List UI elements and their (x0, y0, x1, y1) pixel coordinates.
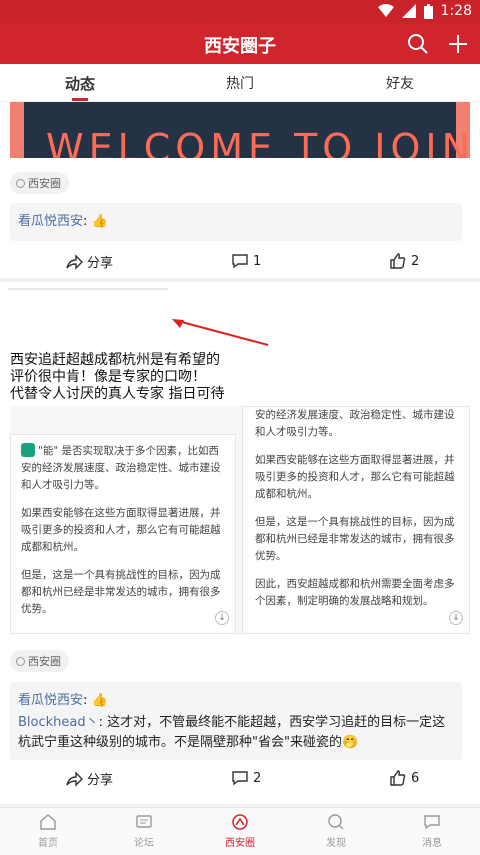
message-icon (424, 815, 440, 830)
comment-text: : 👍 (83, 693, 108, 708)
tab-dynamic[interactable]: 动态 (40, 73, 120, 94)
nav-xian-circle[interactable]: 西安圈 (210, 812, 270, 849)
circle-icon (16, 178, 25, 188)
circle-tag-label: 西安圈 (28, 655, 61, 668)
home-icon (40, 814, 56, 830)
like-button[interactable]: 2 (389, 252, 419, 270)
wifi-icon (377, 4, 394, 17)
scroll-down-icon: ↓ (215, 611, 229, 625)
comment-button[interactable]: 1 (231, 252, 261, 270)
share-label: 分享 (87, 256, 114, 271)
search-icon[interactable] (406, 32, 430, 56)
chatgpt-icon (21, 443, 35, 457)
post-image-gallery[interactable]: "能" 是否实现取决于多个因素，比如西安的经济发展速度、政治稳定性、城市建设和人… (10, 406, 470, 634)
bottom-nav: 首页 论坛 西安圈 发现 消息 (0, 807, 480, 855)
like-count: 6 (411, 770, 420, 786)
nav-home[interactable]: 首页 (18, 812, 78, 849)
status-bar: 1:28 (0, 0, 480, 24)
app-bar: 西安圈子 (0, 24, 480, 64)
comment-icon (232, 254, 248, 269)
post-text[interactable]: 西安追赶超越成都杭州是有希望的 评价很中肯！像是专家的口吻！ 代替令人讨厌的真人… (10, 352, 470, 403)
tab-friends[interactable]: 好友 (360, 73, 440, 93)
comment-count: 1 (253, 253, 262, 269)
comment-box: 看瓜悦西安: 👍 Blockhead丶: 这才对，不管最终能不能超越，西安学习追… (10, 682, 462, 760)
share-button[interactable]: 分享 (65, 769, 113, 788)
tab-bar: 动态 热门 好友 (0, 64, 480, 102)
share-icon (66, 253, 83, 270)
share-label: 分享 (87, 773, 114, 788)
banner-text: WELCOME TO JOIN US (46, 126, 470, 158)
circle-tag[interactable]: 西安圈 (10, 650, 69, 672)
post-actions: 分享 2 6 (0, 764, 480, 794)
scroll-down-icon: ↓ (449, 611, 463, 625)
comment-text: : 👍 (83, 214, 108, 229)
discover-icon (328, 814, 344, 830)
comment-box: 看瓜悦西安: 👍 (10, 203, 462, 241)
comment-author[interactable]: Blockhead丶 (18, 715, 99, 730)
forum-icon (136, 815, 152, 828)
post-image[interactable]: WELCOME TO JOIN US (10, 102, 470, 158)
nav-discover[interactable]: 发现 (306, 812, 366, 849)
tab-indicator (72, 98, 88, 101)
share-icon (66, 770, 83, 787)
thumbs-up-icon (390, 770, 406, 786)
post-card: 西安追赶超越成都杭州是有希望的 评价很中肯！像是专家的口吻！ 代替令人讨厌的真人… (0, 282, 480, 804)
feed[interactable]: WELCOME TO JOIN US 西安圈 看瓜悦西安: 👍 分享 1 2 (0, 102, 480, 807)
like-count: 2 (411, 253, 420, 269)
circle-tag-label: 西安圈 (28, 177, 61, 190)
status-icons: 1:28 (377, 3, 472, 19)
circle-tag[interactable]: 西安圈 (10, 172, 69, 194)
tab-hot[interactable]: 热门 (200, 73, 280, 93)
plus-icon[interactable] (446, 32, 470, 56)
loading-line (8, 288, 168, 290)
red-arrow-annotation (172, 319, 269, 346)
battery-icon (423, 3, 433, 19)
post-image[interactable]: 安的经济发展速度、政治稳定性、城市建设和人才吸引力等。 如果西安能够在这些方面取… (242, 406, 470, 634)
circle-icon (232, 814, 248, 830)
post-card: WELCOME TO JOIN US 西安圈 看瓜悦西安: 👍 分享 1 2 (0, 102, 480, 278)
nav-messages[interactable]: 消息 (402, 812, 462, 849)
comment-author[interactable]: 看瓜悦西安 (18, 693, 83, 708)
like-button[interactable]: 6 (389, 769, 419, 787)
nav-forum[interactable]: 论坛 (114, 812, 174, 849)
post-actions: 分享 1 2 (0, 247, 480, 277)
post-image[interactable]: "能" 是否实现取决于多个因素，比如西安的经济发展速度、政治稳定性、城市建设和人… (10, 434, 236, 634)
comment-author[interactable]: 看瓜悦西安 (18, 214, 83, 229)
status-time: 1:28 (440, 3, 472, 19)
signal-icon (401, 4, 416, 18)
thumbs-up-icon (390, 253, 406, 269)
comment-count: 2 (253, 770, 262, 786)
comment-icon (232, 771, 248, 786)
comment-button[interactable]: 2 (231, 769, 261, 787)
share-button[interactable]: 分享 (65, 252, 113, 271)
circle-icon (16, 656, 25, 666)
